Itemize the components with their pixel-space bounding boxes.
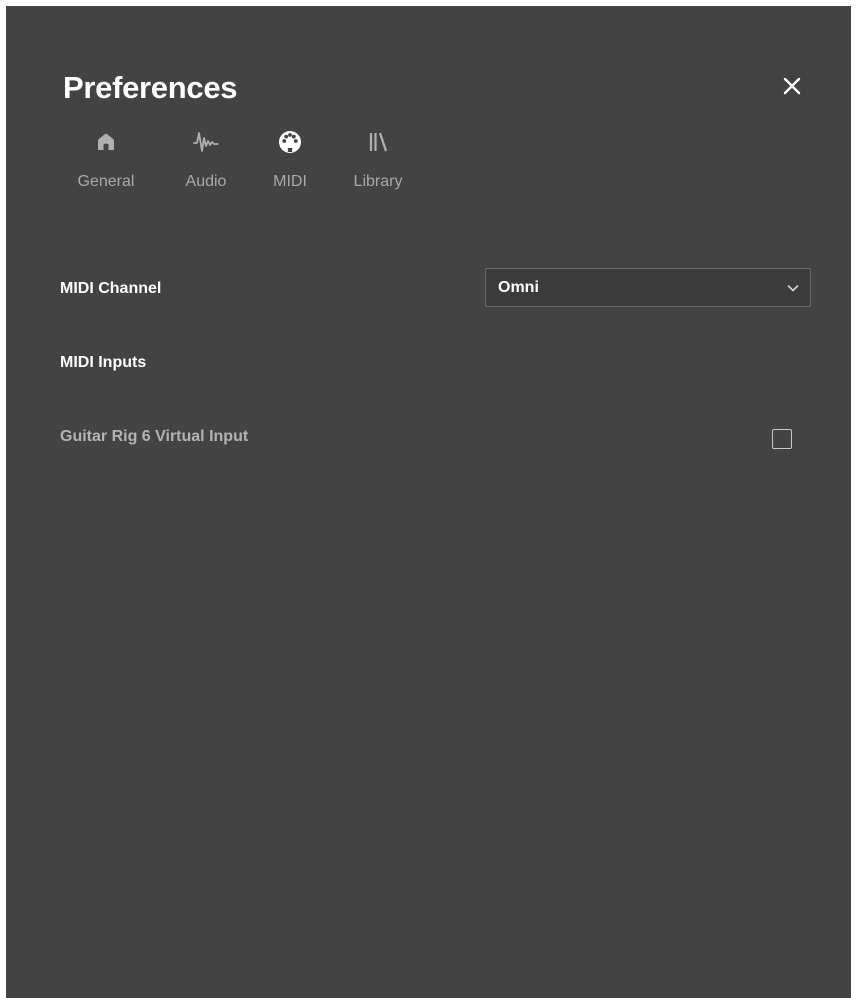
- midi-connector-icon: [276, 128, 304, 156]
- tab-label-library: Library: [353, 173, 403, 190]
- midi-channel-label: MIDI Channel: [60, 280, 162, 297]
- midi-inputs-heading: MIDI Inputs: [60, 354, 147, 371]
- tab-midi[interactable]: MIDI: [262, 128, 318, 191]
- midi-channel-select[interactable]: Omni: [485, 268, 811, 307]
- tab-library[interactable]: Library: [342, 128, 414, 191]
- dialog-title: Preferences: [63, 70, 238, 105]
- chevron-down-icon: [787, 284, 799, 291]
- library-icon: [364, 128, 392, 156]
- tab-label-general: General: [77, 173, 135, 190]
- tab-label-midi: MIDI: [273, 173, 307, 190]
- tab-audio[interactable]: Audio: [174, 128, 238, 191]
- midi-input-name: Guitar Rig 6 Virtual Input: [60, 428, 249, 445]
- tab-general[interactable]: General: [66, 128, 146, 191]
- midi-channel-value: Omni: [498, 278, 539, 296]
- preferences-dialog: Preferences General Audio MIDI Library M…: [6, 6, 851, 998]
- close-icon: [783, 77, 801, 95]
- midi-input-checkbox[interactable]: [772, 429, 792, 449]
- close-button[interactable]: [778, 72, 806, 100]
- home-icon: [92, 128, 120, 156]
- waveform-icon: [192, 128, 220, 156]
- tab-label-audio: Audio: [185, 173, 227, 190]
